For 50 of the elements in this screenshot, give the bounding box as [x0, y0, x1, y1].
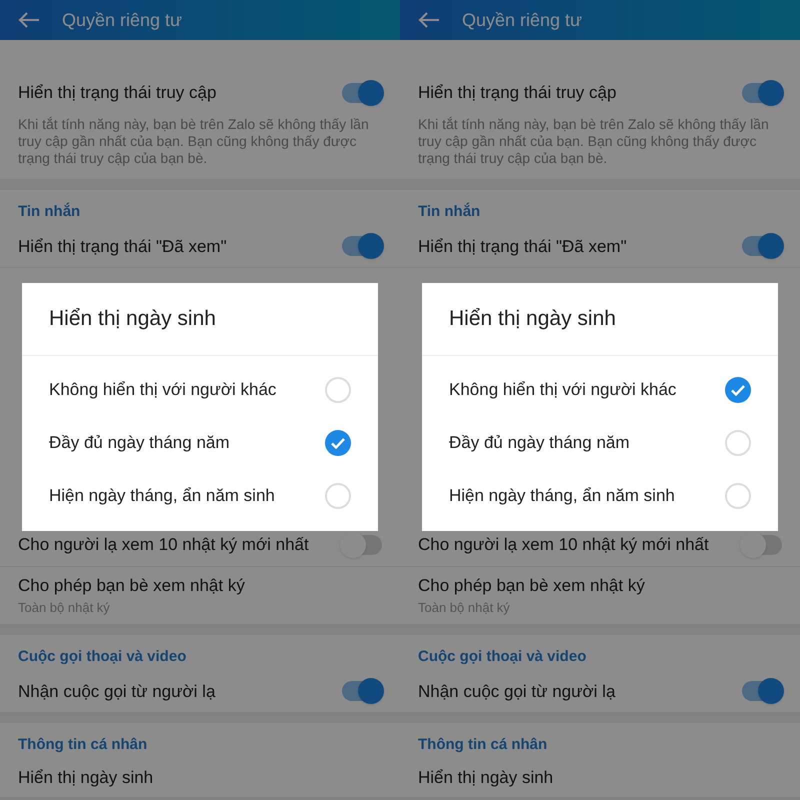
toggle-switch[interactable] — [342, 236, 382, 256]
section-heading: Cuộc gọi thoại và video — [418, 648, 586, 664]
setting-label[interactable]: Hiển thị ngày sinh — [18, 765, 382, 790]
radio-option[interactable]: Đầy đủ ngày tháng năm — [22, 416, 378, 470]
back-arrow-icon[interactable] — [418, 12, 440, 28]
back-arrow-icon[interactable] — [18, 12, 40, 28]
setting-label: Cho người lạ xem 10 nhật ký mới nhất — [418, 534, 709, 556]
radio-button[interactable] — [725, 430, 751, 456]
toggle-switch[interactable] — [342, 82, 382, 103]
dialog-title: Hiển thị ngày sinh — [449, 307, 616, 330]
section-heading: Thông tin cá nhân — [18, 736, 148, 753]
screen-title: Quyền riêng tư — [462, 8, 582, 32]
toggle-switch[interactable] — [342, 534, 382, 555]
section-heading: Tin nhắn — [18, 202, 80, 220]
radio-button[interactable] — [325, 430, 351, 456]
radio-option[interactable]: Không hiển thị với người khác — [422, 364, 778, 416]
setting-value: Toàn bộ nhật ký — [18, 599, 111, 617]
setting-label: Hiển thị trạng thái truy cập — [18, 82, 216, 104]
radio-option[interactable]: Hiện ngày tháng, ẩn năm sinh — [422, 470, 778, 522]
radio-button[interactable] — [325, 377, 351, 403]
setting-label: Hiển thị trạng thái "Đã xem" — [418, 236, 627, 258]
radio-button[interactable] — [725, 377, 751, 403]
setting-label: Hiển thị trạng thái truy cập — [418, 82, 616, 104]
setting-label: Nhận cuộc gọi từ người lạ — [418, 680, 616, 702]
toggle-switch[interactable] — [742, 82, 782, 103]
section-heading: Tin nhắn — [418, 202, 480, 220]
toggle-switch[interactable] — [742, 534, 782, 555]
check-icon — [331, 438, 345, 448]
toggle-switch[interactable] — [342, 681, 382, 702]
radio-button[interactable] — [325, 483, 351, 509]
check-icon — [731, 384, 745, 396]
radio-option[interactable]: Không hiển thị với người khác — [22, 364, 378, 416]
setting-label: Nhận cuộc gọi từ người lạ — [18, 680, 216, 702]
section-heading: Cuộc gọi thoại và video — [18, 648, 186, 664]
setting-label[interactable]: Hiển thị ngày sinh — [418, 765, 782, 790]
setting-label: Hiển thị trạng thái "Đã xem" — [18, 236, 227, 258]
setting-description: Khi tắt tính năng này, bạn bè trên Zalo sẽ không thấy lần truy cập gần nhất của bạn. Bạn cũng không thấy được trạng thái truy cập của bạn bè. — [418, 116, 770, 166]
setting-label[interactable]: Cho phép bạn bè xem nhật ký — [18, 572, 382, 598]
setting-value: Toàn bộ nhật ký — [418, 599, 511, 617]
setting-label: Cho người lạ xem 10 nhật ký mới nhất — [18, 534, 309, 556]
radio-button[interactable] — [725, 483, 751, 509]
dialog-title: Hiển thị ngày sinh — [49, 307, 216, 330]
section-heading: Thông tin cá nhân — [418, 736, 548, 753]
radio-option[interactable]: Đầy đủ ngày tháng năm — [422, 416, 778, 470]
setting-label[interactable]: Cho phép bạn bè xem nhật ký — [418, 572, 782, 598]
setting-description: Khi tắt tính năng này, bạn bè trên Zalo sẽ không thấy lần truy cập gần nhất của bạn. Bạn cũng không thấy được trạng thái truy cập của bạn bè. — [18, 116, 370, 166]
radio-option[interactable]: Hiện ngày tháng, ẩn năm sinh — [22, 470, 378, 522]
toggle-switch[interactable] — [742, 681, 782, 702]
screen-title: Quyền riêng tư — [62, 8, 182, 32]
toggle-switch[interactable] — [742, 236, 782, 256]
